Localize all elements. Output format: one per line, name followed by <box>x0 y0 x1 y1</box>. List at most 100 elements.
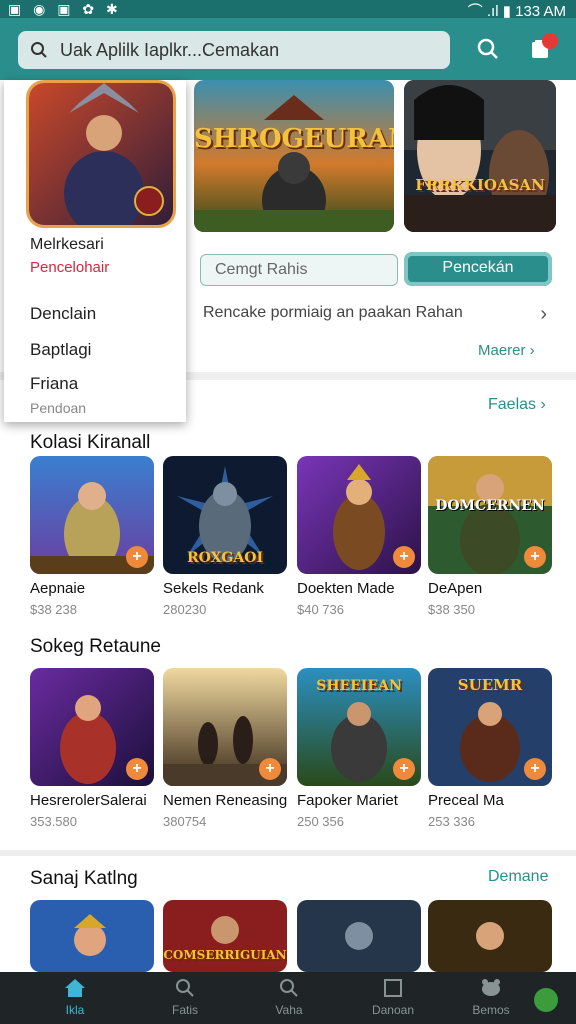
game-thumbnail: + <box>163 668 287 786</box>
game-price: $38 350 <box>428 602 475 617</box>
game-name: HesrerolerSalerai <box>30 792 147 809</box>
game-name: Doekten Made <box>297 580 395 597</box>
game-price: 353.580 <box>30 814 77 829</box>
game-price: $38 238 <box>30 602 77 617</box>
banner-2-title: FRRKKIOASAN <box>415 176 545 194</box>
add-icon[interactable]: + <box>259 758 281 780</box>
nav-label: Vaha <box>275 1003 303 1017</box>
game-price: 253 336 <box>428 814 475 829</box>
chevron-right-icon: › <box>540 303 547 325</box>
dropdown-footer: Pendoan <box>30 400 87 416</box>
notification-badge <box>542 33 558 49</box>
game-card[interactable] <box>428 900 552 972</box>
game-thumbnail: SHEEIEAN + <box>297 668 421 786</box>
game-card[interactable]: DOMCERNEN + DeApen $38 350 <box>428 456 552 617</box>
game-overlay-title: DOMCERNEN <box>435 498 545 514</box>
game-thumbnail: DOMCERNEN + <box>428 456 552 574</box>
game-thumbnail: COMSERRIGUIAN <box>163 900 287 972</box>
header-search-icon[interactable] <box>476 37 500 66</box>
app-header: Uak Aplilk Iaplkr...Cemakan <box>0 18 576 80</box>
square-icon <box>383 979 403 1001</box>
floating-action-button[interactable] <box>534 988 558 1012</box>
game-thumbnail <box>30 900 154 972</box>
game-overlay-title: COMSERRIGUIAN <box>163 948 287 962</box>
game-price: 380754 <box>163 814 207 829</box>
featured-search-input[interactable]: Cemgt Rahis <box>200 254 398 286</box>
status-bar: ▣ ◉ ▣ ✿ ✱ ⌒ .ıl ▮ 133 AM <box>0 0 576 20</box>
add-icon[interactable]: + <box>126 546 148 568</box>
featured-banner-2[interactable]: FRRKKIOASAN <box>404 80 556 232</box>
dropdown-menu: Melrkesari Pencelohair Denclain Baptlagi… <box>4 80 186 422</box>
section-2-title: Sokeg Retaune <box>30 636 161 657</box>
game-card[interactable] <box>30 900 154 972</box>
nav-item-bemos[interactable]: Bemos <box>446 978 536 1017</box>
section-1-title: Kolasi Kiranall <box>30 432 151 453</box>
nav-label: Bemos <box>472 1003 510 1017</box>
game-thumbnail <box>297 900 421 972</box>
game-card[interactable]: ROXGAOI Sekels Redank 280230 <box>163 456 287 617</box>
game-card[interactable]: + Nemen Reneasing 380754 <box>163 668 287 829</box>
home-icon <box>64 979 86 1001</box>
search-icon <box>175 979 195 1001</box>
nav-item-vaha[interactable]: Vaha <box>244 978 334 1017</box>
bottom-nav: Ikla Fatis Vaha Danoan Bemos <box>0 972 576 1024</box>
game-name: Sekels Redank <box>163 580 264 597</box>
game-price: 250 356 <box>297 814 344 829</box>
game-card[interactable]: + Doekten Made $40 736 <box>297 456 421 617</box>
game-thumbnail: SUEMR + <box>428 668 552 786</box>
game-name: Nemen Reneasing <box>163 792 288 809</box>
section-1-link[interactable]: Faelas › <box>488 396 546 414</box>
nav-label: Fatis <box>171 1003 198 1017</box>
add-icon[interactable]: + <box>524 546 546 568</box>
nav-item-danoan[interactable]: Danoan <box>348 978 438 1017</box>
section-3-link[interactable]: Demane <box>488 868 548 886</box>
game-card[interactable]: + Aepnaie $38 238 <box>30 456 154 617</box>
featured-link-text: Rencake pormiaig an paakan Rahan <box>203 304 463 321</box>
dropdown-title: Melrkesari <box>30 236 104 253</box>
add-icon[interactable]: + <box>393 758 415 780</box>
dropdown-item[interactable]: Friana <box>30 374 78 394</box>
game-card[interactable]: + HesrerolerSalerai 353.580 <box>30 668 154 829</box>
nav-item-fatis[interactable]: Fatis <box>140 978 230 1017</box>
featured-more-link[interactable]: Maerer › <box>478 342 535 359</box>
add-icon[interactable]: + <box>126 758 148 780</box>
game-price: $40 736 <box>297 602 344 617</box>
section-3-title: Sanaj Katlng <box>30 868 138 889</box>
dropdown-subtitle: Pencelohair <box>30 259 110 276</box>
game-card[interactable]: SUEMR + Preceal Ma 253 336 <box>428 668 552 829</box>
game-name: DeApen <box>428 580 483 597</box>
add-icon[interactable]: + <box>393 546 415 568</box>
game-overlay-title: SHEEIEAN <box>316 678 402 694</box>
dropdown-item[interactable]: Baptlagi <box>30 340 91 360</box>
game-overlay-title: SUEMR <box>457 676 523 694</box>
section-1-link-label: Faelas <box>488 396 537 413</box>
game-name: Fapoker Mariet <box>297 792 398 809</box>
featured-more-label: Maerer <box>478 342 526 359</box>
game-card[interactable] <box>297 900 421 972</box>
game-thumbnail: + <box>30 456 154 574</box>
game-price: 280230 <box>163 602 207 617</box>
nav-label: Ikla <box>65 1003 85 1017</box>
search-input[interactable]: Uak Aplilk Iaplkr...Cemakan <box>18 31 450 69</box>
search-icon <box>30 41 48 64</box>
game-name: Preceal Ma <box>428 792 504 809</box>
dropdown-game-thumbnail[interactable] <box>26 80 176 228</box>
featured-link-row[interactable]: Rencake pormiaig an paakan Rahan › <box>203 303 553 325</box>
search-icon <box>279 979 299 1001</box>
featured-banner-1[interactable]: SHROGEURAN <box>194 80 394 232</box>
game-card[interactable]: SHEEIEAN + Fapoker Mariet 250 356 <box>297 668 421 829</box>
featured-search-button[interactable]: Pencekán <box>404 252 552 286</box>
nav-item-home[interactable]: Ikla <box>30 978 120 1017</box>
game-name: Aepnaie <box>30 580 86 597</box>
banner-1-title: SHROGEURAN <box>194 124 394 154</box>
nav-label: Danoan <box>371 1003 415 1017</box>
section-divider <box>0 850 576 856</box>
game-thumbnail: + <box>297 456 421 574</box>
game-card[interactable]: COMSERRIGUIAN <box>163 900 287 972</box>
game-icon <box>480 979 502 1001</box>
dropdown-item[interactable]: Denclain <box>30 304 96 324</box>
game-thumbnail <box>428 900 552 972</box>
game-thumbnail: + <box>30 668 154 786</box>
status-icons: ▣ ◉ ▣ ✿ ✱ <box>8 1 122 17</box>
add-icon[interactable]: + <box>524 758 546 780</box>
